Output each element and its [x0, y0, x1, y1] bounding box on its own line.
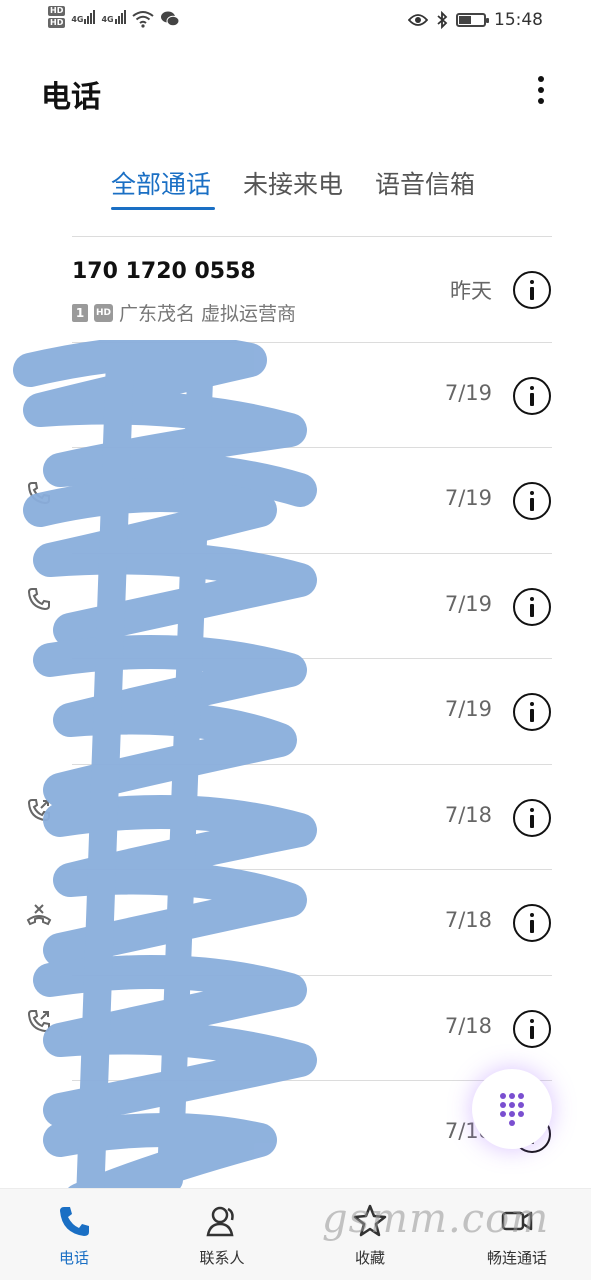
call-row[interactable]: 7/18: [0, 765, 591, 870]
phone-icon: [60, 1207, 89, 1236]
status-left: HD HD 4G 4G: [48, 6, 180, 28]
active-tab-indicator: [111, 207, 215, 210]
call-info-button[interactable]: [513, 799, 551, 837]
signal-2: 4G: [101, 8, 126, 24]
call-date: 7/18: [444, 1014, 492, 1038]
call-row[interactable]: 7/19: [0, 554, 591, 659]
call-row[interactable]: 170 1720 0558 1 HD 广东茂名 虚拟运营商 昨天: [0, 237, 591, 342]
wifi-icon: [132, 11, 154, 28]
signal-bars-icon: [114, 8, 126, 24]
dialpad-dot-icon: [509, 1110, 515, 1117]
nav-contacts-label: 联系人: [199, 1249, 245, 1267]
call-date: 7/18: [444, 908, 492, 932]
signal-1: 4G: [71, 8, 96, 24]
call-date: 7/19: [444, 486, 492, 510]
nav-meetime[interactable]: 畅连通话: [443, 1189, 591, 1280]
network-type-1: 4G: [71, 15, 84, 24]
incoming-call-icon: [27, 482, 50, 505]
dialpad-dot-icon: [518, 1092, 524, 1099]
call-row[interactable]: 7/19: [0, 659, 591, 764]
dialpad-dot-icon: [509, 1119, 515, 1126]
more-dot-icon: [538, 87, 544, 93]
star-icon: [353, 1204, 387, 1237]
nav-phone-label: 电话: [58, 1249, 89, 1267]
dialpad-dot-icon: [518, 1101, 524, 1108]
page-title: 电话: [41, 80, 101, 115]
hd-call-icon: HD: [94, 303, 113, 322]
call-row[interactable]: 7/18: [0, 870, 591, 975]
nav-phone[interactable]: 电话: [0, 1189, 148, 1280]
bluetooth-icon: [437, 11, 448, 29]
battery-level: [459, 16, 471, 24]
nav-contacts[interactable]: 联系人: [148, 1189, 296, 1280]
call-info-button[interactable]: [513, 377, 551, 415]
more-dot-icon: [538, 76, 544, 82]
video-call-icon: [501, 1211, 533, 1231]
call-info-button[interactable]: [513, 1010, 551, 1048]
call-row[interactable]: 7/19: [0, 343, 591, 448]
outgoing-call-icon: [27, 799, 50, 822]
status-bar: HD HD 4G 4G 15:48: [0, 0, 591, 44]
dialpad-dot-icon: [509, 1101, 515, 1108]
call-info-button[interactable]: [513, 482, 551, 520]
dialpad-dot-icon: [518, 1110, 524, 1117]
call-info-button[interactable]: [513, 904, 551, 942]
hd-badge-2: HD: [48, 18, 66, 28]
caller-name: 170 1720 0558: [72, 259, 256, 284]
dialpad-button[interactable]: [472, 1069, 552, 1149]
call-date: 7/19: [444, 381, 492, 405]
clock: 15:48: [494, 10, 543, 30]
call-date: 7/18: [444, 803, 492, 827]
hd-indicators: HD HD: [48, 6, 66, 28]
eye-icon: [408, 14, 428, 26]
battery-icon: [456, 13, 489, 27]
call-info-button[interactable]: [513, 693, 551, 731]
nav-favorites-label: 收藏: [354, 1249, 385, 1267]
status-right: 15:48: [408, 10, 543, 30]
call-info-button[interactable]: [513, 271, 551, 309]
contacts-icon: [206, 1206, 234, 1237]
rejected-call-icon: [26, 904, 52, 926]
tab-voicemail[interactable]: 语音信箱: [375, 165, 475, 201]
outgoing-call-icon: [27, 1010, 50, 1033]
hd-badge-1: HD: [48, 6, 66, 16]
caller-location: 广东茂名 虚拟运营商: [119, 303, 297, 325]
call-row[interactable]: 7/19: [0, 448, 591, 553]
more-options-button[interactable]: [529, 74, 553, 106]
bottom-navigation: 电话 联系人 收藏 畅连通话: [0, 1188, 591, 1280]
dialpad-dot-icon: [500, 1110, 506, 1117]
dialpad-dot-icon: [509, 1092, 515, 1099]
signal-bars-icon: [84, 8, 96, 24]
call-info-button[interactable]: [513, 588, 551, 626]
call-details: 1 HD 广东茂名 虚拟运营商: [72, 299, 296, 326]
call-date: 昨天: [450, 279, 492, 303]
nav-favorites[interactable]: 收藏: [296, 1189, 444, 1280]
incoming-call-icon: [27, 588, 50, 611]
wechat-icon: [160, 11, 180, 27]
tab-all-calls[interactable]: 全部通话: [111, 165, 211, 201]
sim-1-icon: 1: [72, 303, 88, 322]
call-tabs: 全部通话 未接来电 语音信箱: [0, 165, 591, 213]
call-row[interactable]: 7/18: [0, 976, 591, 1081]
call-date: 7/19: [444, 697, 492, 721]
tab-missed-calls[interactable]: 未接来电: [243, 165, 343, 201]
call-date: 7/19: [444, 592, 492, 616]
nav-meetime-label: 畅连通话: [486, 1249, 547, 1267]
network-type-2: 4G: [101, 15, 114, 24]
dialpad-dot-icon: [500, 1092, 506, 1099]
dialpad-dot-icon: [500, 1101, 506, 1108]
more-dot-icon: [538, 98, 544, 104]
